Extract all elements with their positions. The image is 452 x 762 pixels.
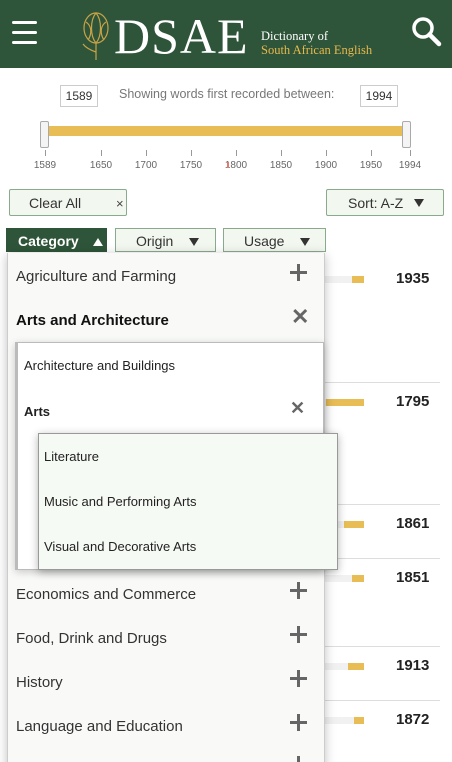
tab-category[interactable]: Category [6,228,107,252]
category-item[interactable]: Agriculture and Farming [16,268,176,285]
chevron-down-icon [189,238,200,246]
plus-icon[interactable] [290,714,307,731]
category-item[interactable]: Food, Drink and Drugs [16,630,167,647]
category-item[interactable]: History [16,674,63,691]
date-slider-handle-end[interactable] [402,121,411,148]
tab-usage[interactable]: Usage [223,228,326,252]
logo-subtitle: Dictionary of South African English [261,29,372,57]
plus-icon[interactable] [290,670,307,687]
logo-subtitle-line1: Dictionary of [261,29,328,43]
timeline-bar [352,276,364,283]
chevron-up-icon [92,238,103,246]
timeline-bar [352,575,364,582]
subcategory-item-selected[interactable]: Arts [24,404,50,419]
date-slider-track[interactable] [45,126,406,136]
timeline-bar [326,399,364,406]
date-range-caption: Showing words first recorded between: [119,87,335,101]
logo-wordmark[interactable]: DSAE [114,8,249,64]
chevron-down-icon [300,238,311,246]
result-year: 1913 [396,657,430,674]
result-divider [324,558,440,559]
app-header: DSAE Dictionary of South African English [0,0,452,68]
result-year: 1795 [396,393,430,410]
slider-tick-label: 1750 [179,160,203,171]
date-from-field[interactable]: 1589 [60,85,98,107]
logo-subtitle-line2: South African English [261,43,373,57]
date-slider-handle-start[interactable] [40,121,49,148]
timeline-bar [348,663,364,670]
close-icon[interactable]: ✕ [291,306,309,328]
result-year: 1935 [396,270,430,287]
category-item[interactable]: Economics and Commerce [16,586,196,603]
result-year: 1851 [396,569,430,586]
clear-all-label: Clear All [29,194,82,211]
tab-origin-label: Origin [136,233,174,249]
slider-tick-label: 1589 [33,160,57,171]
hamburger-menu-icon[interactable] [12,21,37,45]
result-divider [324,504,440,505]
slider-tick-label: 1850 [269,160,293,171]
plus-icon[interactable] [290,264,307,281]
category-item[interactable]: Language and Education [16,718,183,735]
slider-tick [281,150,282,156]
plus-icon[interactable] [290,756,306,762]
protea-flower-icon [82,12,109,60]
subsubcategory-item[interactable]: Literature [44,449,99,464]
subsubcategory-item[interactable]: Visual and Decorative Arts [44,539,196,554]
sort-label: Sort: A-Z [348,194,404,211]
clear-all-button[interactable]: Clear All × [9,189,127,216]
timeline-bar [354,717,364,724]
slider-tick-label: 1994 [398,160,422,171]
clear-icon: × [116,196,124,211]
slider-tick [146,150,147,156]
slider-tick [236,150,237,156]
slider-tick-label: 1800 [224,160,248,171]
slider-tick [45,150,46,156]
slider-tick-label: 1650 [89,160,113,171]
subcategory-item[interactable]: Architecture and Buildings [24,358,175,373]
slider-tick-label: 1950 [359,160,383,171]
result-year: 1861 [396,515,430,532]
slider-tick [371,150,372,156]
result-divider [324,700,440,701]
slider-tick-label: 1700 [134,160,158,171]
slider-tick [191,150,192,156]
timeline-bar [344,521,364,528]
subsubcategory-item[interactable]: Music and Performing Arts [44,494,196,509]
slider-tick [326,150,327,156]
chevron-down-icon [414,198,425,207]
tab-category-label: Category [18,233,79,249]
plus-icon[interactable] [290,582,307,599]
slider-tick [410,150,411,156]
sort-dropdown[interactable]: Sort: A-Z [326,189,444,216]
close-icon[interactable]: ✕ [290,398,305,418]
tab-origin[interactable]: Origin [115,228,216,252]
date-to-field[interactable]: 1994 [360,85,398,107]
category-item-selected[interactable]: Arts and Architecture [16,312,169,329]
slider-tick-label: 1900 [314,160,338,171]
result-divider [324,646,440,647]
result-divider [324,382,440,383]
plus-icon[interactable] [290,626,307,643]
slider-tick [101,150,102,156]
slider-marker [227,162,229,168]
result-year: 1872 [396,711,430,728]
tab-usage-label: Usage [244,233,285,249]
search-icon[interactable] [410,15,444,49]
